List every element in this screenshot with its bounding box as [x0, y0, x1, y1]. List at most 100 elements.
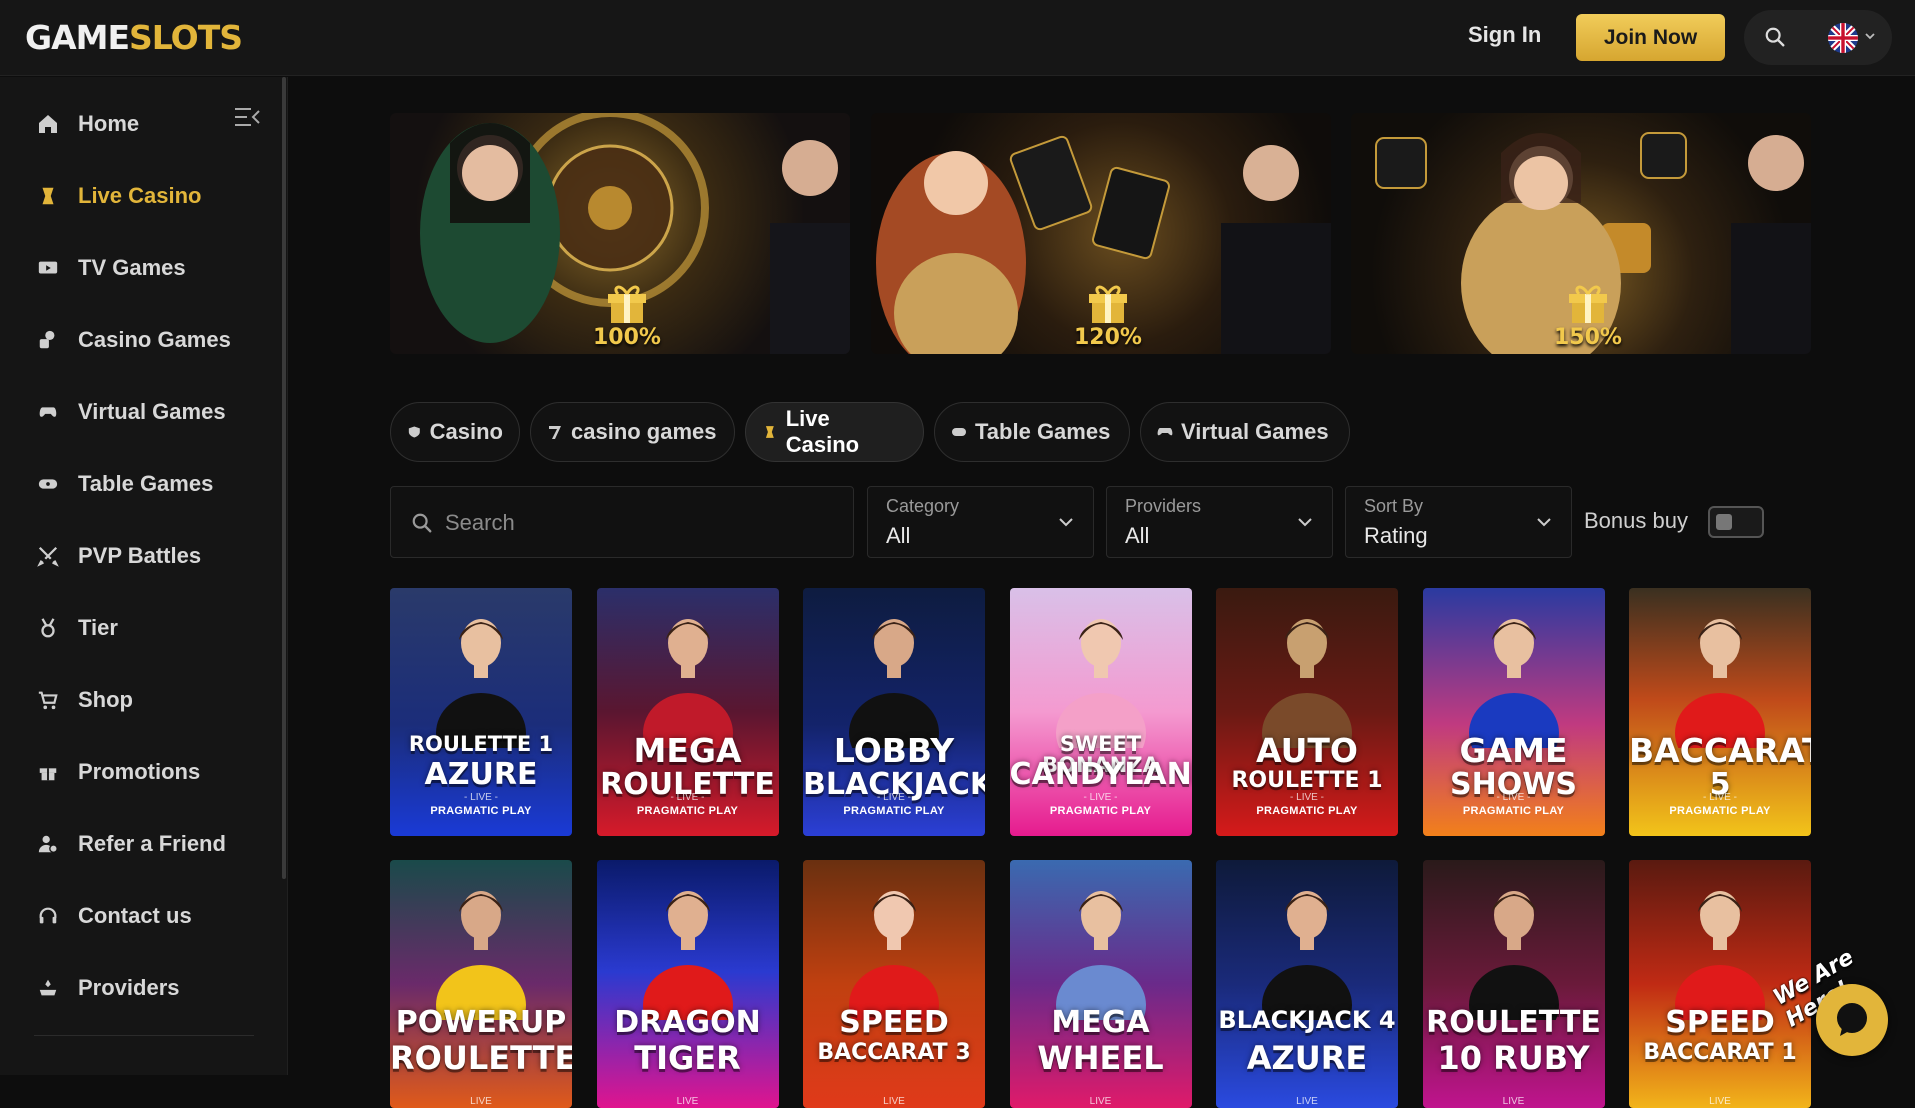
- game-tile[interactable]: ROULETTE 10 RUBY LIVE: [1422, 860, 1605, 1108]
- game-tile[interactable]: LOBBY BLACKJACK - LIVE - PRAGMATIC PLAY: [803, 588, 985, 836]
- promo-banner-1[interactable]: 100%: [390, 113, 850, 354]
- sidebar-item-label: Virtual Games: [78, 399, 226, 424]
- sidebar-item-label: PVP Battles: [78, 543, 202, 568]
- game-tile[interactable]: MEGA WHEEL LIVE: [1009, 860, 1192, 1108]
- search-icon[interactable]: [1764, 26, 1786, 48]
- live-tag: LIVE: [1502, 1096, 1525, 1107]
- uk-flag-icon[interactable]: [1828, 23, 1858, 53]
- sidebar-item-providers[interactable]: Providers: [34, 968, 180, 1008]
- dealer-image: [1675, 619, 1765, 748]
- game-tile[interactable]: ROULETTE 1 AZURE - LIVE - PRAGMATIC PLAY: [390, 588, 572, 836]
- logo-text-slots: SLOTS: [129, 18, 243, 57]
- select-label: Providers: [1125, 496, 1202, 516]
- sidebar-item-tier[interactable]: Tier: [34, 608, 118, 648]
- dealer-image: [1262, 619, 1352, 748]
- refer-icon: [34, 830, 62, 858]
- bonus-percent: 150%: [1554, 325, 1622, 350]
- provider-label: PRAGMATIC PLAY: [430, 805, 532, 817]
- live-tag: - LIVE -: [1496, 792, 1531, 803]
- gift-icon: [1089, 285, 1127, 323]
- header-tools: [1744, 10, 1892, 65]
- game-tile[interactable]: POWERUP ROULETTE LIVE: [390, 860, 572, 1108]
- sort-select[interactable]: Sort By Rating: [1345, 486, 1572, 558]
- sidebar-item-label: Tier: [78, 615, 118, 640]
- game-title-line-2: ROULETTE 1: [1231, 768, 1383, 793]
- live-tag: LIVE: [676, 1096, 699, 1107]
- sidebar-item-label: Live Casino: [78, 183, 202, 208]
- game-title-line-1: POWERUP: [395, 1005, 567, 1040]
- swords-icon: [34, 542, 62, 570]
- select-label: Category: [886, 496, 960, 516]
- sidebar-item-casino-games[interactable]: Casino Games: [34, 320, 231, 360]
- site-logo[interactable]: GAMESLOTS: [25, 18, 243, 57]
- top-bar: GAMESLOTS Sign In Join Now: [0, 0, 1915, 76]
- game-tile[interactable]: BLACKJACK 4 AZURE LIVE: [1216, 860, 1398, 1108]
- search-input[interactable]: [445, 507, 825, 539]
- provider-label: PRAGMATIC PLAY: [1462, 805, 1565, 817]
- game-tile[interactable]: AUTO ROULETTE 1- LIVE - PRAGMATIC PLAY: [1216, 588, 1398, 836]
- sidebar-item-virtual-games[interactable]: Virtual Games: [34, 392, 226, 432]
- bonus-percent: 100%: [593, 325, 661, 350]
- tab-table-games[interactable]: Table Games: [934, 402, 1130, 462]
- tab-label: Table Games: [975, 419, 1111, 444]
- game-title-line-1: ROULETTE 1: [408, 732, 554, 756]
- bonus-buy-toggle[interactable]: [1708, 506, 1764, 538]
- game-title-line-2: ROULETTE: [390, 1039, 572, 1077]
- category-select[interactable]: Category All: [867, 486, 1094, 558]
- collapse-sidebar-icon[interactable]: [234, 106, 260, 128]
- game-title-line-1: LOBBY: [833, 731, 955, 770]
- live-tag: - LIVE -: [464, 792, 498, 803]
- sidebar-item-label: Table Games: [78, 471, 214, 496]
- tab-casino[interactable]: Casino: [390, 402, 520, 462]
- home-icon: [34, 110, 62, 138]
- dealer-image: [1468, 891, 1559, 1020]
- sidebar-item-label: Contact us: [78, 903, 192, 928]
- dealer-image: [849, 619, 939, 748]
- game-title-line-2: AZURE: [424, 757, 538, 792]
- game-tile[interactable]: BACCARAT 5- LIVE - PRAGMATIC PLAY: [1629, 588, 1811, 836]
- dealer-image: [1055, 619, 1146, 748]
- live-tag: - LIVE -: [670, 792, 705, 803]
- game-title-line-1: MEGA: [1051, 1005, 1150, 1040]
- game-tile[interactable]: SWEET BONANZACANDYLAND- LIVE -PRAGMATIC …: [1009, 588, 1192, 836]
- chat-bubble-icon: [1837, 1003, 1867, 1036]
- gift-icon: [608, 285, 646, 323]
- sidebar-item-live-casino[interactable]: Live Casino: [34, 176, 201, 216]
- casino-icon: [408, 426, 420, 438]
- providers-select[interactable]: Providers All: [1106, 486, 1333, 558]
- search-icon: [412, 513, 432, 533]
- live-tag: LIVE: [1089, 1096, 1112, 1107]
- sidebar-item-promotions[interactable]: Promotions: [34, 752, 200, 792]
- chevron-down-icon: [1537, 518, 1551, 527]
- sign-in-link[interactable]: Sign In: [1468, 22, 1541, 48]
- game-title-line-1: ROULETTE: [1426, 1005, 1601, 1040]
- sidebar-divider: [34, 1035, 254, 1036]
- headset-icon: [34, 902, 62, 930]
- sidebar-item-shop[interactable]: Shop: [34, 680, 133, 720]
- sidebar-scrollbar[interactable]: [282, 77, 286, 879]
- promo-banner-3[interactable]: 150%: [1351, 113, 1811, 354]
- sidebar-item-table-games[interactable]: Table Games: [34, 464, 213, 504]
- medal-icon: [34, 614, 62, 642]
- sidebar-item-tv-games[interactable]: TV Games: [34, 248, 186, 288]
- join-now-button[interactable]: Join Now: [1576, 14, 1725, 61]
- dealer-image: [642, 619, 733, 748]
- chevron-down-icon[interactable]: [1864, 30, 1876, 42]
- sidebar-item-pvp-battles[interactable]: PVP Battles: [34, 536, 201, 576]
- live-chat-button[interactable]: [1816, 984, 1888, 1056]
- game-tile[interactable]: SPEED BACCARAT 3 LIVE: [803, 860, 985, 1108]
- game-title-line-1: BLACKJACK 4: [1218, 1006, 1396, 1034]
- game-tile[interactable]: DRAGON TIGER LIVE: [596, 860, 779, 1108]
- tab-label: Casino: [429, 419, 503, 444]
- promo-banner-2[interactable]: 120%: [871, 113, 1331, 354]
- tab-live-casino[interactable]: Live Casino: [745, 402, 924, 462]
- game-tile[interactable]: GAME SHOWS - LIVE - PRAGMATIC PLAY: [1422, 588, 1605, 836]
- sidebar-item-home[interactable]: Home: [34, 104, 139, 144]
- dealer-image: [1675, 891, 1765, 1020]
- sidebar-item-refer-a-friend[interactable]: Refer a Friend: [34, 824, 226, 864]
- tab-casino-games[interactable]: casino games: [530, 402, 735, 462]
- game-tile[interactable]: MEGA ROULETTE - LIVE - PRAGMATIC PLAY: [596, 588, 779, 836]
- sidebar-item-contact-us[interactable]: Contact us: [34, 896, 192, 936]
- provider-label: PRAGMATIC PLAY: [1669, 805, 1771, 817]
- tab-virtual-games[interactable]: Virtual Games: [1140, 402, 1350, 462]
